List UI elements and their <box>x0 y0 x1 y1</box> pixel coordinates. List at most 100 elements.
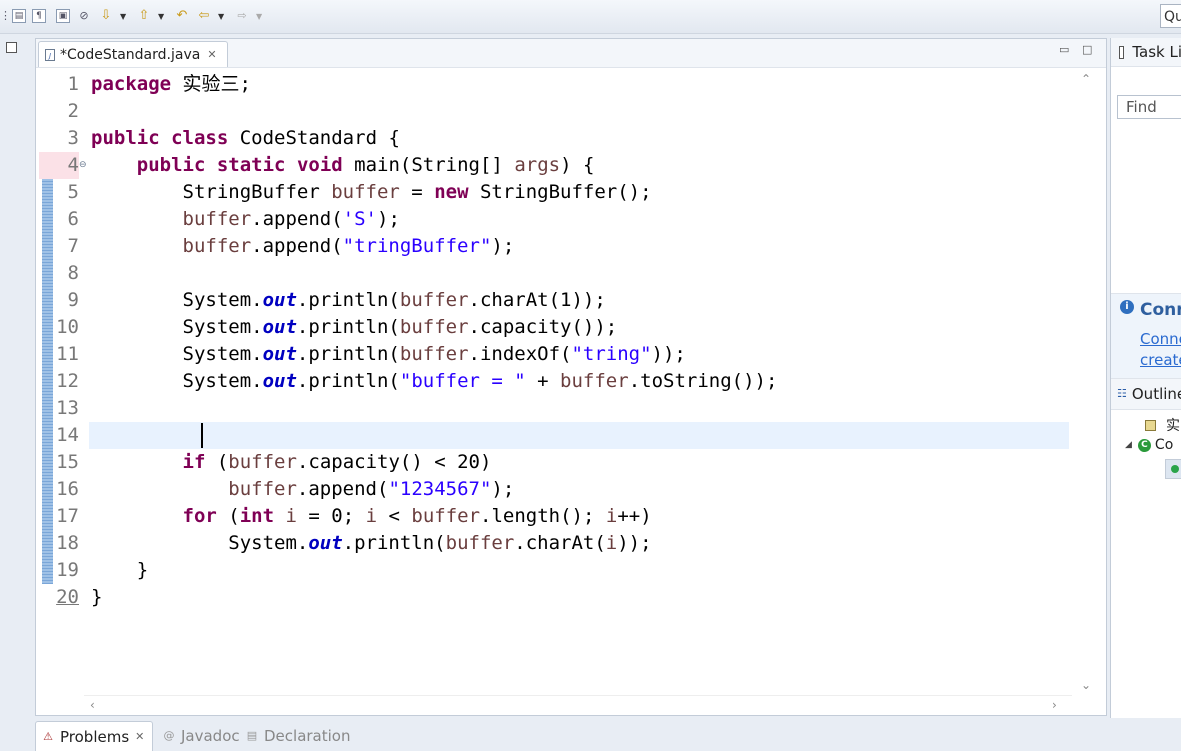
tab-outline[interactable]: ☷ Outline <box>1111 378 1181 410</box>
scroll-left-icon[interactable]: ‹ <box>90 698 95 712</box>
current-line-highlight <box>89 422 1069 449</box>
forward-icon[interactable]: ⇨ <box>234 8 250 24</box>
main-toolbar: ⋮ ▤ ¶ ▣ ⊘ ⇩ ▼ ⇧ ▼ ↶ ⇦ ▼ ⇨ ▼ Qu <box>0 0 1181 34</box>
outline-class-item[interactable]: ◢ C Co <box>1125 437 1173 453</box>
scroll-down-icon[interactable]: ⌄ <box>1081 678 1091 692</box>
horizontal-scrollbar[interactable]: ‹ › <box>84 695 1072 716</box>
problems-icon: ⚠ <box>43 729 53 743</box>
back-dropdown-icon[interactable]: ▼ <box>218 12 226 21</box>
code-line: public static void main(String[] args) { <box>136 154 595 176</box>
forward-dropdown-icon[interactable]: ▼ <box>256 12 264 21</box>
line-number: 20 <box>56 586 79 608</box>
line-number: 13 <box>56 397 79 419</box>
code-line: } <box>91 586 103 608</box>
javadoc-icon: @ <box>163 729 175 742</box>
minimize-icon[interactable]: ▭ <box>1059 43 1069 56</box>
tab-codestandard-java[interactable]: J *CodeStandard.java ✕ <box>38 41 228 67</box>
tab-javadoc[interactable]: @ Javadoc <box>157 721 240 751</box>
code-line: System.out.println(buffer.indexOf("tring… <box>91 343 686 365</box>
java-editor: J *CodeStandard.java ✕ ▭ □ 1 2 3 4 5 6 7 8 9 10 11… <box>35 38 1107 716</box>
task-list-icon <box>1119 45 1125 59</box>
tab-problems[interactable]: ⚠ Problems ✕ <box>35 721 153 751</box>
line-number: 10 <box>56 316 79 338</box>
code-line: System.out.println(buffer.capacity()); <box>91 316 618 338</box>
line-number: 18 <box>56 532 79 554</box>
code-line: } <box>91 559 149 581</box>
toolbar-grip-icon: ⋮ <box>0 9 11 22</box>
bottom-view-tabs: ⚠ Problems ✕ @ Javadoc ▤ Declaration <box>35 721 1181 751</box>
outline-method-item[interactable] <box>1165 459 1181 479</box>
code-text-area[interactable]: package 实验三; public class CodeStandard { … <box>89 68 1069 694</box>
connect-title: Conn <box>1140 300 1181 320</box>
toggle-breadcrumb-icon[interactable]: ▤ <box>12 9 26 23</box>
line-number: 1 <box>67 73 79 95</box>
outline-label: Outline <box>1131 385 1181 403</box>
line-number: 11 <box>56 343 79 365</box>
text-caret <box>201 423 203 448</box>
code-line: buffer.append('S'); <box>182 208 400 230</box>
outline-package-item[interactable]: 实 <box>1145 415 1180 435</box>
line-number: 19 <box>56 559 79 581</box>
line-number: 9 <box>67 289 79 311</box>
connect-link[interactable]: Conne <box>1140 330 1181 348</box>
tab-label: *CodeStandard.java <box>60 46 201 63</box>
method-icon <box>1171 465 1179 473</box>
expand-triangle-icon[interactable]: ◢ <box>1125 440 1132 450</box>
quick-access-input[interactable]: Qu <box>1160 4 1181 28</box>
declaration-icon: ▤ <box>246 729 258 742</box>
java-file-icon: J <box>45 48 55 61</box>
outline-icon: ☷ <box>1117 387 1127 400</box>
next-annotation-icon[interactable]: ⇩ <box>98 8 114 24</box>
create-link[interactable]: create <box>1140 351 1181 369</box>
code-line: System.out.println("buffer = " + buffer.… <box>91 370 778 392</box>
next-annotation-dropdown-icon[interactable]: ▼ <box>120 12 128 21</box>
line-number: 4 <box>39 152 79 179</box>
package-icon <box>1145 419 1156 431</box>
line-number: 16 <box>56 478 79 500</box>
code-line: public class CodeStandard { <box>91 127 400 149</box>
code-line: System.out.println(buffer.charAt(1)); <box>91 289 606 311</box>
maximize-icon[interactable]: □ <box>1082 43 1092 56</box>
left-trim-bar <box>0 34 32 751</box>
line-number: 7 <box>67 235 79 257</box>
line-number: 17 <box>56 505 79 527</box>
tab-declaration[interactable]: ▤ Declaration <box>240 721 351 751</box>
block-selection-icon[interactable]: ▣ <box>56 9 70 23</box>
back-icon[interactable]: ⇦ <box>196 8 212 24</box>
close-icon[interactable]: ✕ <box>207 48 216 61</box>
code-line: buffer.append("1234567"); <box>228 478 515 500</box>
right-side-panel: Task Li Find i Conn Conne create ☷ Outli… <box>1110 38 1181 718</box>
editor-tabbar: J *CodeStandard.java ✕ ▭ □ <box>36 39 1106 68</box>
collapse-fold-icon[interactable]: ⊖ <box>79 160 88 170</box>
close-icon[interactable]: ✕ <box>135 730 144 743</box>
task-find-input[interactable]: Find <box>1117 95 1181 119</box>
code-line: if (buffer.capacity() < 20) <box>182 451 492 473</box>
toolbar-icons: ⋮ ▤ ¶ ▣ ⊘ ⇩ ▼ ⇧ ▼ ↶ ⇦ ▼ ⇨ ▼ <box>0 7 272 25</box>
scroll-up-icon[interactable]: ⌃ <box>1081 72 1091 86</box>
line-number: 5 <box>67 181 79 203</box>
code-line: System.out.println(buffer.charAt(i)); <box>91 532 652 554</box>
problems-label: Problems <box>60 727 130 746</box>
previous-annotation-dropdown-icon[interactable]: ▼ <box>158 12 166 21</box>
restore-view-icon[interactable] <box>6 42 17 53</box>
class-icon: C <box>1137 438 1151 452</box>
outline-class-label: Co <box>1154 437 1174 453</box>
line-number: 8 <box>67 262 79 284</box>
tab-task-list[interactable]: Task Li <box>1111 38 1181 67</box>
line-number: 15 <box>56 451 79 473</box>
code-line: for (int i = 0; i < buffer.length(); i++… <box>182 505 652 527</box>
show-whitespace-icon[interactable]: ¶ <box>32 9 46 23</box>
skip-breakpoints-icon[interactable]: ⊘ <box>76 8 92 24</box>
scroll-right-icon[interactable]: › <box>1052 698 1057 712</box>
code-line: package 实验三; <box>91 73 251 95</box>
previous-annotation-icon[interactable]: ⇧ <box>136 8 152 24</box>
outline-package-label: 实 <box>1166 418 1180 434</box>
vertical-scrollbar[interactable]: ⌃ ⌄ <box>1071 68 1105 698</box>
last-edit-location-icon[interactable]: ↶ <box>174 8 190 24</box>
javadoc-label: Javadoc <box>181 727 240 745</box>
line-number: 3 <box>67 127 79 149</box>
line-number: 12 <box>56 370 79 392</box>
declaration-label: Declaration <box>264 727 351 745</box>
code-line: buffer.append("tringBuffer"); <box>182 235 515 257</box>
code-line: StringBuffer buffer = new StringBuffer()… <box>91 181 652 203</box>
